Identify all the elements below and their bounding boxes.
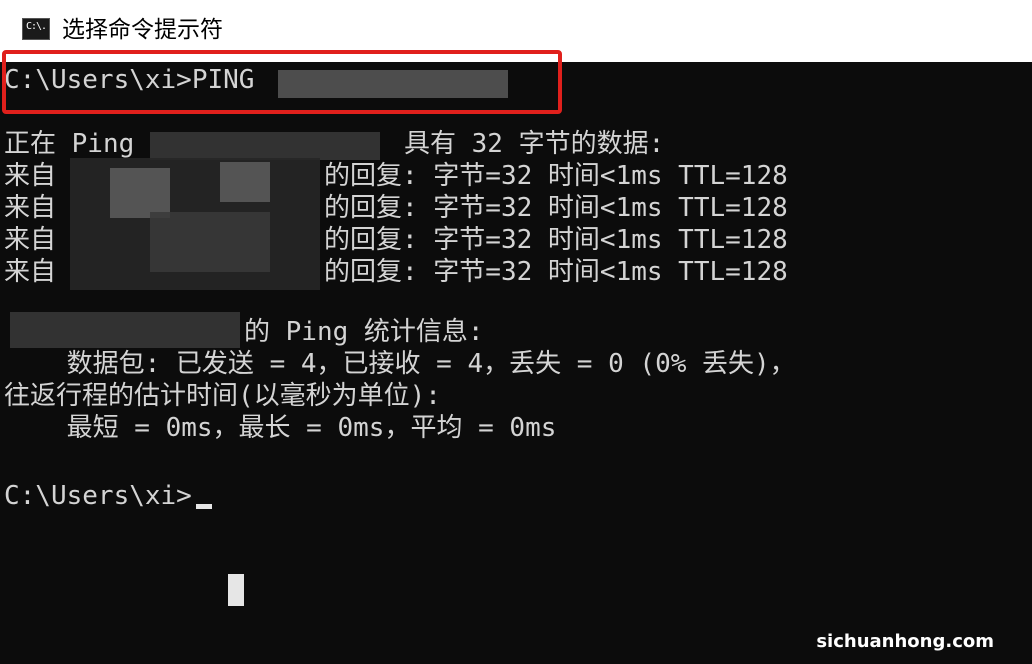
watermark: sichuanhong.com <box>816 631 994 652</box>
packets-summary: 数据包: 已发送 = 4，已接收 = 4，丢失 = 0 (0% 丢失)， <box>4 349 796 379</box>
redacted-block <box>110 168 170 218</box>
reply-prefix: 来自 <box>4 161 57 191</box>
text-cursor <box>196 504 212 509</box>
cmd-app-icon: C:\. <box>22 18 50 40</box>
redacted-block <box>150 212 270 272</box>
command-prompt-window: C:\. 选择命令提示符 C:\Users\xi>PING 正在 Ping 具有… <box>0 0 1032 664</box>
console-output[interactable]: C:\Users\xi>PING 正在 Ping 具有 32 字节的数据: 来自… <box>0 62 1032 664</box>
prompt: C:\Users\xi> <box>4 481 192 511</box>
redacted-block <box>220 162 270 202</box>
reply-prefix: 来自 <box>4 257 57 287</box>
mouse-cursor-block <box>228 574 244 606</box>
reply-prefix: 来自 <box>4 193 57 223</box>
reply-line: 的回复: 字节=32 时间<1ms TTL=128 <box>324 225 788 255</box>
rtt-header: 往返行程的估计时间(以毫秒为单位): <box>4 381 441 411</box>
reply-line: 的回复: 字节=32 时间<1ms TTL=128 <box>324 161 788 191</box>
redacted-host <box>150 132 380 160</box>
reply-line: 的回复: 字节=32 时间<1ms TTL=128 <box>324 193 788 223</box>
redacted-stats-host <box>10 312 240 348</box>
window-title: 选择命令提示符 <box>62 17 223 43</box>
ping-header-start: 正在 Ping <box>4 129 135 159</box>
rtt-values: 最短 = 0ms，最长 = 0ms，平均 = 0ms <box>4 413 557 443</box>
ping-header-end: 具有 32 字节的数据: <box>404 129 665 159</box>
highlight-annotation <box>2 50 562 114</box>
reply-line: 的回复: 字节=32 时间<1ms TTL=128 <box>324 257 788 287</box>
reply-prefix: 来自 <box>4 225 57 255</box>
stats-header: 的 Ping 统计信息: <box>244 317 484 347</box>
